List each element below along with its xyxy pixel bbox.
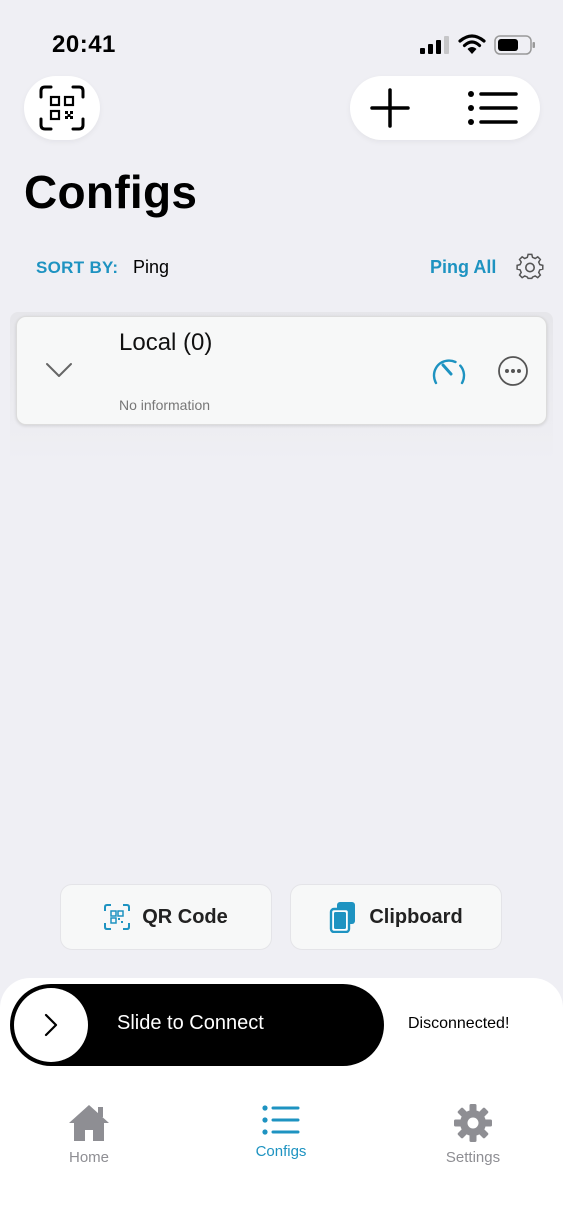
tab-settings-label: Settings <box>445 1149 501 1166</box>
tab-configs[interactable]: Configs <box>226 1103 336 1160</box>
plus-icon <box>370 88 410 128</box>
import-clipboard-button[interactable]: Clipboard <box>290 884 502 950</box>
tab-settings[interactable]: Settings <box>418 1103 528 1166</box>
speedometer-icon[interactable] <box>431 355 467 387</box>
list-icon <box>468 91 518 125</box>
sort-settings-gear-icon[interactable] <box>516 253 544 281</box>
sort-by-value[interactable]: Ping <box>133 257 169 278</box>
gear-icon <box>454 1104 492 1142</box>
cellular-signal-icon <box>420 36 449 54</box>
sort-by-label: SORT BY: <box>36 258 119 277</box>
status-time: 20:41 <box>52 31 116 58</box>
config-group-card[interactable]: Local (0) No information <box>16 316 547 425</box>
connection-status: Disconnected! <box>408 1015 510 1032</box>
slider-knob[interactable] <box>14 988 88 1062</box>
battery-icon <box>494 35 535 55</box>
list-icon <box>262 1105 300 1135</box>
clipboard-icon <box>330 902 356 933</box>
more-options-icon[interactable] <box>497 355 529 387</box>
chevron-down-icon[interactable] <box>45 361 73 379</box>
group-info: No information <box>119 397 211 413</box>
qr-scan-icon <box>104 904 131 930</box>
group-name: Local (0) <box>119 329 213 356</box>
connection-panel: Slide to Connect Disconnected! <box>0 978 563 1218</box>
list-button[interactable] <box>466 88 520 128</box>
qr-scan-icon <box>39 85 85 131</box>
ping-all-button[interactable]: Ping All <box>430 257 496 278</box>
tab-home[interactable]: Home <box>34 1103 144 1166</box>
page-title: Configs <box>24 166 198 218</box>
qr-code-label: QR Code <box>142 905 228 928</box>
import-qr-code-button[interactable]: QR Code <box>60 884 272 950</box>
home-icon <box>69 1105 109 1141</box>
tab-configs-label: Configs <box>255 1143 307 1160</box>
chevron-right-icon <box>44 1013 58 1037</box>
clipboard-label: Clipboard <box>369 905 463 928</box>
header-actions <box>350 76 540 140</box>
slide-to-connect[interactable]: Slide to Connect <box>10 984 384 1066</box>
wifi-icon <box>458 34 486 54</box>
status-bar: 20:41 <box>0 0 563 70</box>
tab-home-label: Home <box>68 1149 109 1166</box>
scan-qr-button[interactable] <box>24 76 100 140</box>
slider-label: Slide to Connect <box>117 1012 264 1034</box>
add-config-button[interactable] <box>368 88 412 128</box>
